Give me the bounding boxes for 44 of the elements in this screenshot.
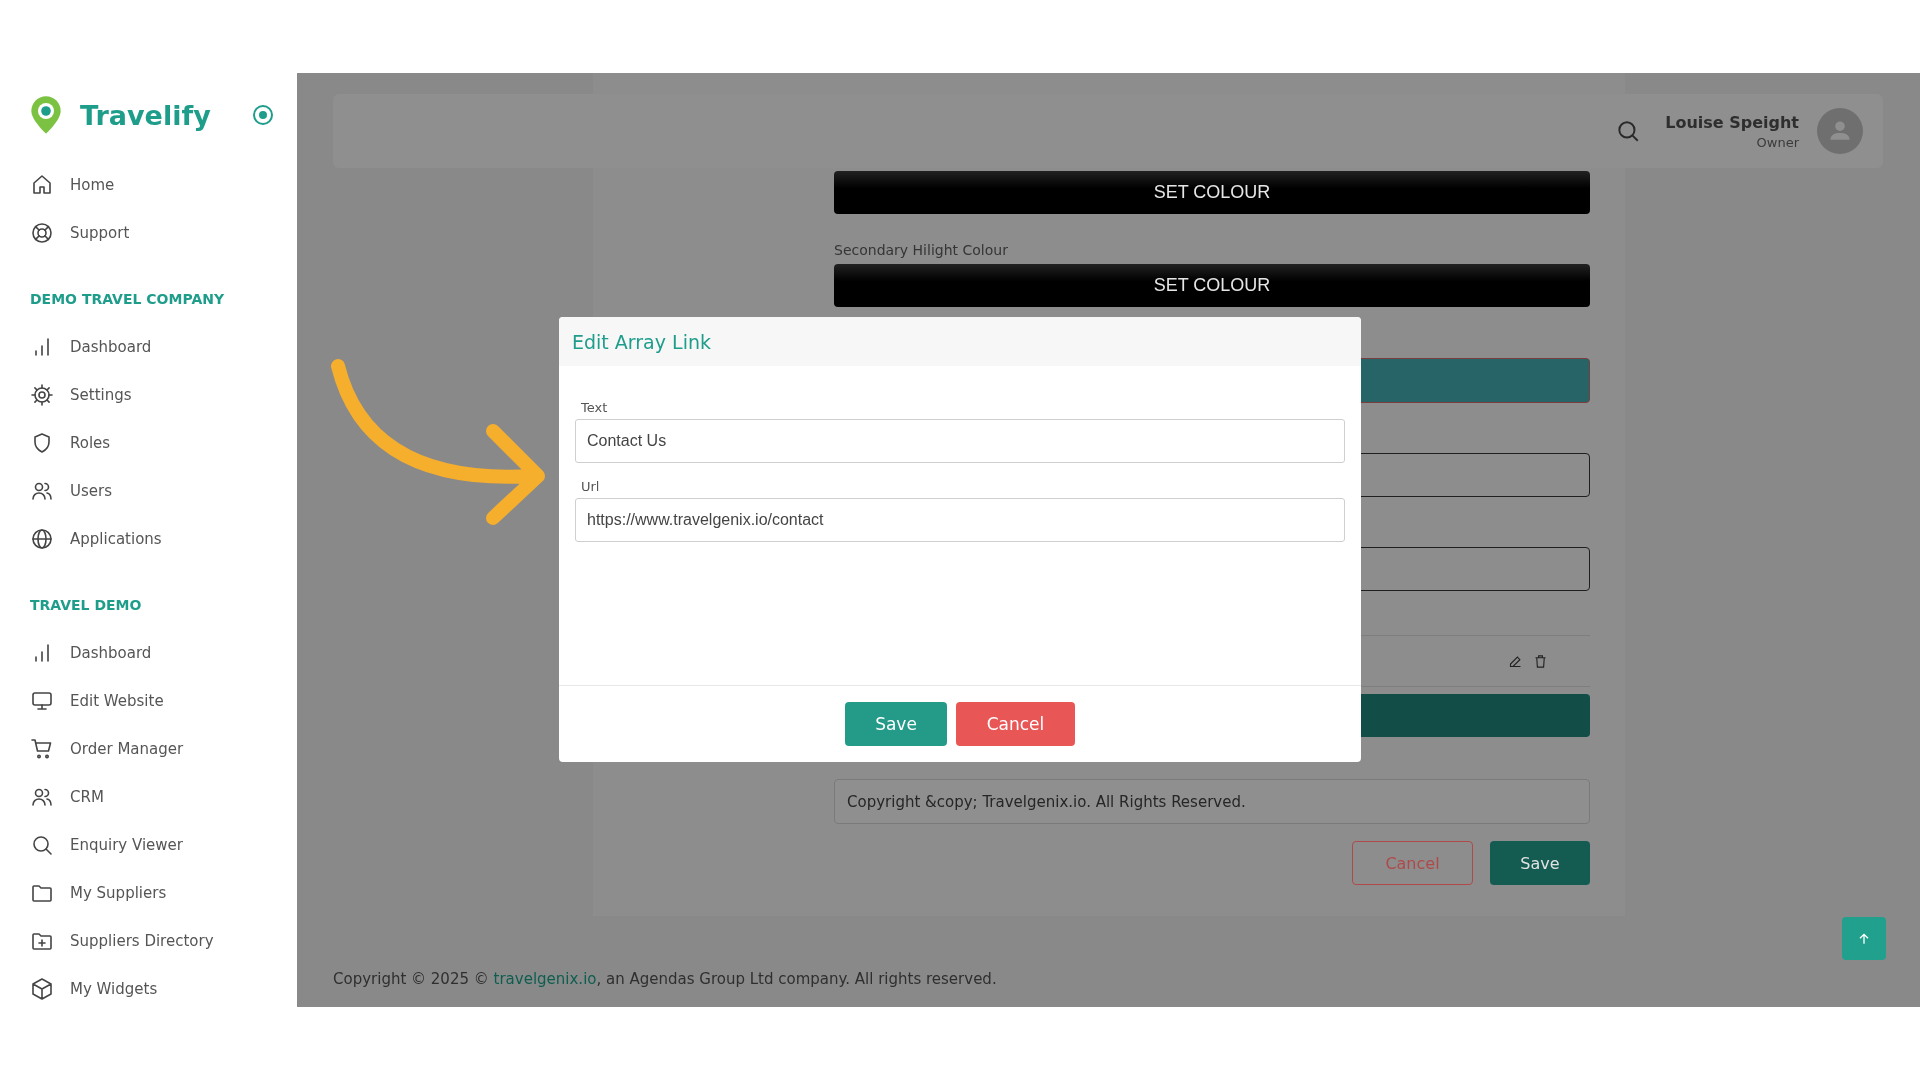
- footer-text-field[interactable]: Copyright &copy; Travelgenix.io. All Rights Reserved.: [834, 779, 1590, 824]
- sidebar-item[interactable]: My Suppliers: [30, 869, 297, 917]
- sidebar-item[interactable]: Home: [30, 161, 297, 209]
- cart-icon: [30, 737, 54, 761]
- sidebar-item[interactable]: Suppliers Directory: [30, 917, 297, 965]
- section-heading: TRAVEL DEMO: [30, 596, 143, 615]
- sidebar-item[interactable]: Edit Website: [30, 677, 297, 725]
- user-role: Owner: [1756, 134, 1799, 150]
- delete-icon[interactable]: [1533, 653, 1548, 669]
- monitor-icon: [30, 689, 54, 713]
- sidebar-item[interactable]: Dashboard: [30, 323, 297, 371]
- field-label: Secondary Hilight Colour: [834, 242, 1009, 258]
- support-icon: [30, 221, 54, 245]
- field-label: Text: [581, 400, 609, 415]
- sidebar-item[interactable]: Settings: [30, 371, 297, 419]
- sidebar-item[interactable]: Dashboard: [30, 629, 297, 677]
- dialog-title: Edit Array Link: [572, 330, 711, 353]
- cube-icon: [30, 977, 54, 1001]
- globe-icon: [30, 527, 54, 551]
- cancel-button[interactable]: Cancel: [956, 702, 1075, 746]
- target-icon[interactable]: [251, 103, 275, 127]
- copyright-text: Copyright © 2025 © travelgenix.io, an Agendas Group Ltd company. All rights reserved.: [333, 970, 997, 988]
- set-colour-button[interactable]: SET COLOUR: [834, 171, 1590, 214]
- section-heading: DEMO TRAVEL COMPANY: [30, 290, 226, 309]
- sidebar-item[interactable]: Users: [30, 467, 297, 515]
- settings-icon: [30, 383, 54, 407]
- search-icon: [30, 833, 54, 857]
- input-field[interactable]: Contact Us: [575, 419, 1345, 463]
- brand-name: Travelify: [80, 99, 211, 131]
- user-name: Louise Speight: [1665, 112, 1799, 132]
- sidebar-item[interactable]: Roles: [30, 419, 297, 467]
- edit-icon[interactable]: [1508, 653, 1523, 669]
- sidebar-item[interactable]: Support: [30, 209, 297, 257]
- sidebar-item[interactable]: My Widgets: [30, 965, 297, 1013]
- input-field[interactable]: https://www.travelgenix.io/contact: [575, 498, 1345, 542]
- sidebar-item[interactable]: Applications: [30, 515, 297, 563]
- save-button[interactable]: Save: [1490, 841, 1590, 885]
- home-icon: [30, 173, 54, 197]
- sidebar-item[interactable]: CRM: [30, 773, 297, 821]
- logo-pin-icon: [30, 95, 62, 135]
- field-label: Url: [581, 479, 601, 494]
- sidebar-item[interactable]: Enquiry Viewer: [30, 821, 297, 869]
- set-colour-button[interactable]: SET COLOUR: [834, 264, 1590, 307]
- sidebar-item[interactable]: Order Manager: [30, 725, 297, 773]
